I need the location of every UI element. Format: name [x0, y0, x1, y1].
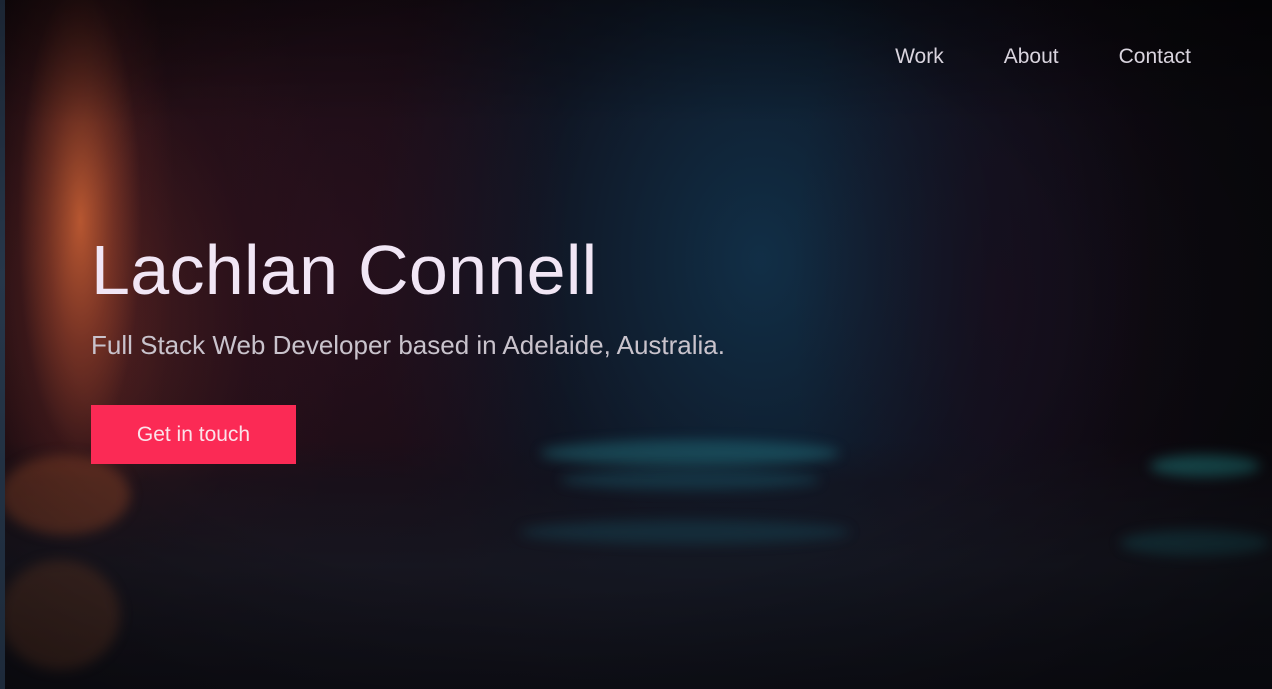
hero-title: Lachlan Connell [91, 231, 598, 309]
nav-link-contact[interactable]: Contact [1119, 44, 1191, 70]
teal-reflection [520, 520, 850, 544]
orange-reflection [0, 455, 130, 535]
teal-reflection [1120, 530, 1270, 556]
hero-subtitle: Full Stack Web Developer based in Adelai… [91, 330, 725, 360]
nav-link-about[interactable]: About [1004, 44, 1059, 70]
hero-section: Work About Contact Lachlan Connell Full … [0, 0, 1272, 689]
orange-reflection [0, 560, 120, 670]
get-in-touch-button[interactable]: Get in touch [91, 405, 296, 464]
teal-reflection [1150, 455, 1260, 477]
top-nav: Work About Contact [895, 44, 1191, 70]
hero-content: Lachlan Connell Full Stack Web Developer… [91, 230, 725, 464]
teal-reflection [560, 470, 820, 490]
window-edge [0, 0, 5, 689]
nav-link-work[interactable]: Work [895, 44, 944, 70]
